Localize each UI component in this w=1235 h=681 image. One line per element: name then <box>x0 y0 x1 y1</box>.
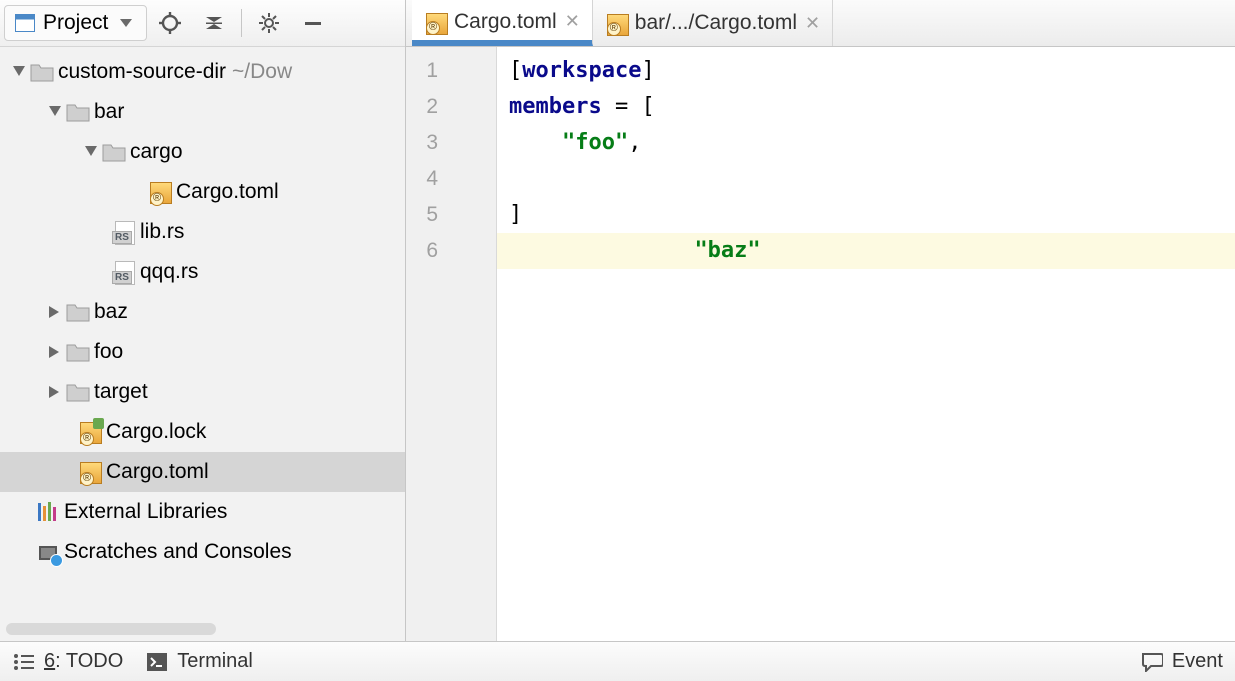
scratches-icon <box>36 540 60 564</box>
line-gutter[interactable]: 1 2 3 4 5 6 <box>406 47 497 641</box>
code-line: [workspace] <box>509 53 1235 89</box>
tab-label: bar/.../Cargo.toml <box>635 11 797 35</box>
folder-icon <box>66 340 90 364</box>
tree-item-label: target <box>90 380 148 404</box>
folder-excluded-icon <box>66 380 90 404</box>
disclosure-open-icon[interactable] <box>8 66 30 78</box>
dropdown-icon <box>114 11 138 35</box>
tree-item-label: qqq.rs <box>136 260 198 284</box>
libraries-icon <box>36 500 60 524</box>
hide-button[interactable] <box>292 5 334 41</box>
project-sidebar: Project <box>0 0 406 641</box>
cargo-file-icon <box>78 460 102 484</box>
tree-folder-foo[interactable]: foo <box>0 332 405 372</box>
folder-icon <box>102 140 126 164</box>
tab-label: Cargo.toml <box>454 10 557 34</box>
sidebar-toolbar: Project <box>0 0 405 47</box>
line-number: 2 <box>406 89 496 125</box>
editor-area: Cargo.toml ✕ bar/.../Cargo.toml ✕ 1 2 3 … <box>406 0 1235 641</box>
disclosure-closed-icon[interactable] <box>44 346 66 358</box>
tree-file-lib-rs[interactable]: RS lib.rs <box>0 212 405 252</box>
cargo-file-icon <box>605 12 627 34</box>
disclosure-open-icon[interactable] <box>80 146 102 158</box>
line-number: 1 <box>406 53 496 89</box>
folder-icon <box>66 100 90 124</box>
close-icon[interactable]: ✕ <box>565 11 580 32</box>
tree-external-libraries[interactable]: External Libraries <box>0 492 405 532</box>
tree-item-label: bar <box>90 100 124 124</box>
editor-tabs: Cargo.toml ✕ bar/.../Cargo.toml ✕ <box>406 0 1235 47</box>
disclosure-closed-icon[interactable] <box>44 306 66 318</box>
folder-icon <box>66 300 90 324</box>
collapse-icon <box>202 11 226 35</box>
collapse-all-button[interactable] <box>193 5 235 41</box>
project-window-icon <box>13 11 37 35</box>
main-area: Project <box>0 0 1235 641</box>
tree-item-label: Cargo.toml <box>172 180 279 204</box>
tab-cargo-toml[interactable]: Cargo.toml ✕ <box>412 0 593 46</box>
tree-file-cargo-lock[interactable]: Cargo.lock <box>0 412 405 452</box>
close-icon[interactable]: ✕ <box>805 13 820 34</box>
event-log-label: Event <box>1172 650 1223 673</box>
code-line: "foo", <box>509 125 1235 161</box>
line-number: 6 <box>406 233 496 269</box>
toolbar-separator <box>241 9 242 37</box>
terminal-toolwindow-button[interactable]: Terminal <box>145 650 253 674</box>
project-tree[interactable]: custom-source-dir ~/Dow bar cargo <box>0 47 405 641</box>
cargo-file-icon <box>148 180 172 204</box>
project-view-label: Project <box>43 11 108 35</box>
tree-file-qqq-rs[interactable]: RS qqq.rs <box>0 252 405 292</box>
tree-root-path: ~/Dow <box>226 60 292 84</box>
tree-item-label: Cargo.lock <box>102 420 206 444</box>
current-line-highlight <box>497 233 1235 269</box>
editor-body: 1 2 3 4 5 6 [workspace] members = [ "foo… <box>406 47 1235 641</box>
code-editor[interactable]: [workspace] members = [ "foo", "baz" ] <box>497 47 1235 641</box>
tree-item-label: External Libraries <box>60 500 227 524</box>
tree-file-root-cargo-toml[interactable]: Cargo.toml <box>0 452 405 492</box>
bottom-toolbar: 6: TODO Terminal Event <box>0 641 1235 681</box>
line-number: 4 <box>406 161 496 197</box>
tree-item-label: Cargo.toml <box>102 460 209 484</box>
disclosure-open-icon[interactable] <box>44 106 66 118</box>
tree-item-label: baz <box>90 300 128 324</box>
event-log-button[interactable]: Event <box>1140 650 1223 674</box>
tree-root[interactable]: custom-source-dir ~/Dow <box>0 52 405 92</box>
rust-file-icon: RS <box>112 260 136 284</box>
tree-item-label: foo <box>90 340 123 364</box>
tree-item-label: lib.rs <box>136 220 184 244</box>
tree-folder-bar[interactable]: bar <box>0 92 405 132</box>
tree-folder-cargo[interactable]: cargo <box>0 132 405 172</box>
tree-item-label: cargo <box>126 140 183 164</box>
event-log-icon <box>1140 650 1164 674</box>
todo-toolwindow-button[interactable]: 6: TODO <box>12 650 123 674</box>
tree-item-label: Scratches and Consoles <box>60 540 292 564</box>
line-number: 5 <box>406 197 496 233</box>
locate-button[interactable] <box>149 5 191 41</box>
code-line: members = [ <box>509 89 1235 125</box>
rust-file-icon: RS <box>112 220 136 244</box>
tree-scratches[interactable]: Scratches and Consoles <box>0 532 405 572</box>
terminal-icon <box>145 650 169 674</box>
minimize-icon <box>301 11 325 35</box>
tree-file-cargo-toml[interactable]: Cargo.toml <box>0 172 405 212</box>
target-icon <box>158 11 182 35</box>
folder-icon <box>30 60 54 84</box>
tree-folder-baz[interactable]: baz <box>0 292 405 332</box>
cargo-lock-icon <box>78 420 102 444</box>
horizontal-scrollbar[interactable] <box>6 623 216 635</box>
tree-folder-target[interactable]: target <box>0 372 405 412</box>
line-number: 3 <box>406 125 496 161</box>
cargo-file-icon <box>424 11 446 33</box>
project-view-button[interactable]: Project <box>4 5 147 41</box>
tab-bar-cargo-toml[interactable]: bar/.../Cargo.toml ✕ <box>593 0 833 46</box>
settings-button[interactable] <box>248 5 290 41</box>
code-line: "baz" <box>509 161 1235 197</box>
todo-list-icon <box>12 650 36 674</box>
todo-label: 6: TODO <box>44 650 123 673</box>
tree-root-label: custom-source-dir <box>54 60 226 84</box>
gear-icon <box>257 11 281 35</box>
terminal-label: Terminal <box>177 650 253 673</box>
disclosure-closed-icon[interactable] <box>44 386 66 398</box>
bottom-left-group: 6: TODO Terminal <box>12 650 253 674</box>
